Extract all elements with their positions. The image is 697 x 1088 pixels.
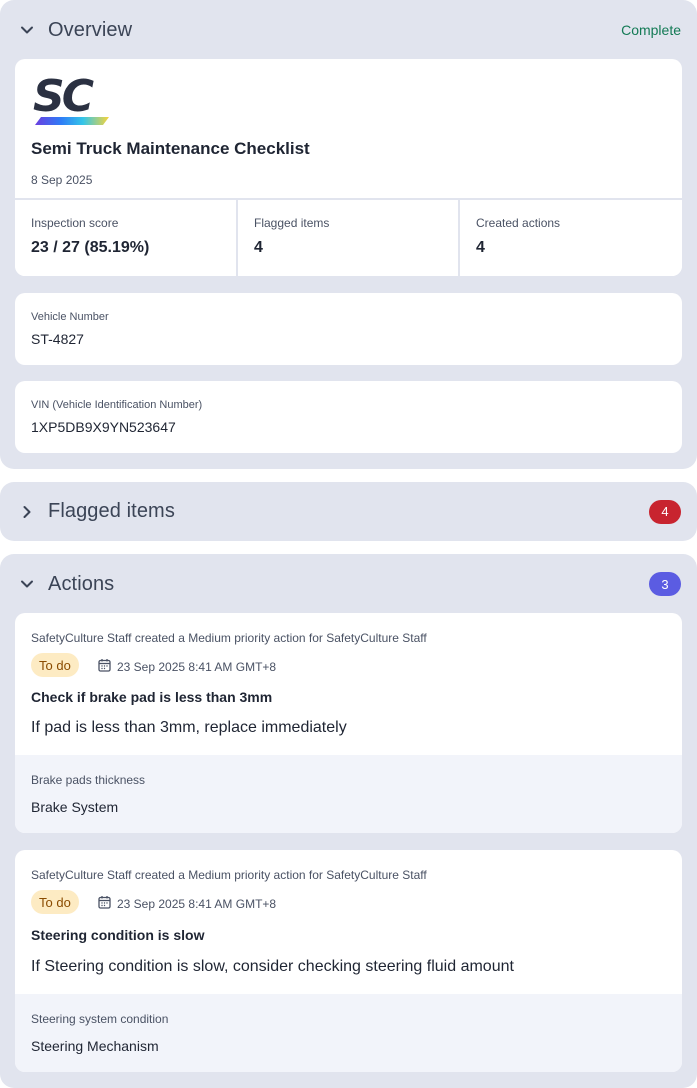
action-card[interactable]: SafetyCulture Staff created a Medium pri… <box>15 850 682 1072</box>
action-due-date: 23 Sep 2025 8:41 AM GMT+8 <box>98 895 276 912</box>
actions-header[interactable]: Actions 3 <box>0 554 697 614</box>
stat-value: 4 <box>476 239 485 256</box>
action-status-badge: To do <box>31 653 79 677</box>
flagged-items-section: Flagged items 4 <box>0 482 697 541</box>
action-status-badge: To do <box>31 890 79 914</box>
document-title: Semi Truck Maintenance Checklist <box>31 139 310 158</box>
stat-label: Created actions <box>476 216 561 230</box>
field-vehicle-number: Vehicle Number ST-4827 <box>15 293 682 365</box>
flagged-count-badge: 4 <box>649 499 681 524</box>
document-card: SC Semi Truck Maintenance Checklist 8 Se… <box>15 59 682 276</box>
overview-title: Overview <box>48 18 133 41</box>
stat-value: 4 <box>254 239 263 256</box>
action-meta: SafetyCulture Staff created a Medium pri… <box>31 631 427 645</box>
company-logo: SC <box>31 71 113 127</box>
linked-question: Steering system condition <box>31 1012 169 1026</box>
linked-section: Steering Mechanism <box>31 1038 159 1054</box>
flagged-items-header[interactable]: Flagged items 4 <box>0 482 697 541</box>
linked-question: Brake pads thickness <box>31 773 146 787</box>
due-date-text: 23 Sep 2025 8:41 AM GMT+8 <box>117 659 277 674</box>
stat-value: 23 / 27 (85.19%) <box>31 239 150 256</box>
field-label: VIN (Vehicle Identification Number) <box>31 399 203 411</box>
actions-title: Actions <box>48 572 115 595</box>
action-linked-item: Brake pads thickness Brake System <box>15 755 682 833</box>
action-meta: SafetyCulture Staff created a Medium pri… <box>31 868 427 882</box>
calendar-icon <box>98 658 117 675</box>
stat-flagged-items: Flagged items 4 <box>238 198 458 276</box>
action-linked-item: Steering system condition Steering Mecha… <box>15 994 682 1072</box>
stat-label: Flagged items <box>254 216 330 230</box>
status-label: Complete <box>621 22 681 38</box>
stat-divider <box>236 198 238 276</box>
overview-section: Overview Complete SC Semi Truck Maintena… <box>0 0 697 469</box>
stat-divider <box>458 198 460 276</box>
action-due-date: 23 Sep 2025 8:41 AM GMT+8 <box>98 658 276 675</box>
chevron-down-icon <box>18 21 36 39</box>
action-title: Steering condition is slow <box>31 927 205 943</box>
stat-label: Inspection score <box>31 216 119 230</box>
action-description: If pad is less than 3mm, replace immedia… <box>31 719 347 736</box>
stat-created-actions: Created actions 4 <box>460 198 682 276</box>
flagged-items-title: Flagged items <box>48 500 175 522</box>
field-value: 1XP5DB9X9YN523647 <box>31 419 176 435</box>
action-card[interactable]: SafetyCulture Staff created a Medium pri… <box>15 613 682 833</box>
due-date-text: 23 Sep 2025 8:41 AM GMT+8 <box>117 896 277 911</box>
linked-section: Brake System <box>31 799 119 815</box>
stat-inspection-score: Inspection score 23 / 27 (85.19%) <box>15 198 236 276</box>
actions-section: Actions 3 SafetyCulture Staff created a … <box>0 554 697 1088</box>
field-label: Vehicle Number <box>31 311 109 323</box>
chevron-right-icon <box>18 503 36 521</box>
calendar-icon <box>98 895 117 912</box>
document-date: 8 Sep 2025 <box>31 173 93 187</box>
field-vin: VIN (Vehicle Identification Number) 1XP5… <box>15 381 682 453</box>
field-value: ST-4827 <box>31 331 84 347</box>
action-title: Check if brake pad is less than 3mm <box>31 689 273 705</box>
svg-text:SC: SC <box>33 71 94 122</box>
overview-header[interactable]: Overview Complete <box>0 0 697 60</box>
action-description: If Steering condition is slow, consider … <box>31 958 514 975</box>
actions-count-badge: 3 <box>649 572 681 596</box>
chevron-down-icon <box>18 575 36 593</box>
